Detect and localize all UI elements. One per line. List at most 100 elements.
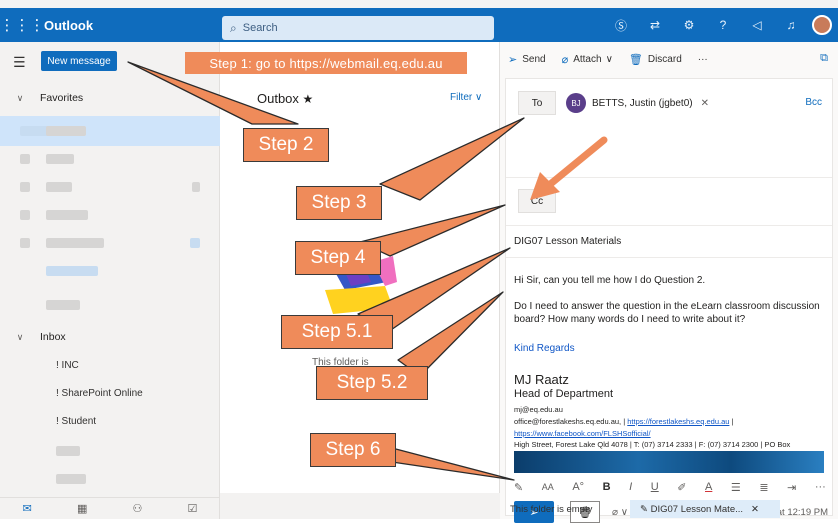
step1-label: Step 1: go to https://webmail.eq.edu.au — [185, 52, 467, 74]
compose-card: To BJ BETTS, Justin (jgbet0) ✕ Bcc Cc DI… — [505, 78, 833, 523]
body-line[interactable]: Hi Sir, can you tell me how I do Questio… — [514, 274, 829, 287]
help-icon[interactable]: ? — [706, 18, 740, 32]
folder-title-text: Outbox — [257, 91, 299, 106]
bold-icon[interactable]: B — [603, 481, 611, 493]
signature-facebook-line: https://www.facebook.com/FLSHSofficial/ — [514, 429, 651, 438]
folder-title: Outbox ★ — [257, 91, 313, 106]
signature-email: mj@eq.edu.au — [514, 405, 563, 414]
blurred-folder[interactable] — [46, 210, 88, 220]
format-painter-icon[interactable]: ✎ — [514, 481, 523, 494]
discard-button[interactable]: 🗑 Discard — [629, 53, 682, 66]
pencil-icon: ✎ — [640, 503, 651, 515]
blurred-folder[interactable] — [46, 300, 80, 310]
filter-label: Filter — [450, 92, 473, 103]
popout-icon[interactable]: ⧉ — [820, 52, 828, 65]
inbox-header[interactable]: ∨ Inbox — [0, 327, 220, 347]
blurred-link[interactable] — [46, 266, 98, 276]
blurred-folder[interactable] — [56, 446, 80, 456]
favorites-header[interactable]: ∨ Favorites — [0, 88, 220, 108]
indent-icon[interactable]: ⇥ — [787, 481, 796, 494]
signature-office-email: office@forestlakeshs.eq.edu.au, — [514, 417, 622, 426]
numbering-icon[interactable]: ≣ — [759, 481, 768, 494]
more-options-button[interactable]: ··· — [698, 54, 708, 65]
cc-button[interactable]: Cc — [518, 189, 556, 213]
step3-label: Step 3 — [296, 186, 382, 220]
compose-pane: ➢ Send ⌀ Attach ∨ 🗑 Discard ··· ⧉ To BJ … — [500, 42, 838, 523]
hamburger-icon[interactable]: ☰ — [13, 54, 26, 71]
left-nav: ☰ New message ∨ Favorites ∨ Inbox ! INC … — [0, 42, 220, 519]
skype-icon[interactable]: Ⓢ — [604, 17, 638, 34]
signature-facebook-link[interactable]: https://www.facebook.com/FLSHSofficial/ — [514, 429, 651, 438]
italic-icon[interactable]: I — [629, 481, 632, 493]
signature-banner — [514, 451, 824, 473]
app-name[interactable]: Outlook — [44, 18, 219, 33]
chevron-down-icon: ∨ — [16, 92, 24, 103]
divider — [506, 177, 832, 178]
module-switcher: ✉ ▦ ⚇ ☑ — [0, 497, 220, 519]
highlight-icon[interactable]: ✐ — [677, 481, 686, 494]
close-icon[interactable]: ✕ — [751, 504, 759, 515]
blurred-folder[interactable] — [46, 238, 104, 248]
gear-icon[interactable]: ⚙ — [672, 18, 706, 32]
blurred-folder[interactable] — [46, 182, 72, 192]
top-icons: Ⓢ ⇄ ⚙ ? ◁ ♫ — [604, 8, 838, 42]
bcc-button[interactable]: Bcc — [805, 97, 822, 108]
favorites-label: Favorites — [40, 92, 84, 104]
teams-icon[interactable]: ⇄ — [638, 18, 672, 32]
search-box[interactable]: ⌕ Search — [222, 16, 494, 40]
top-bar: ⋮⋮⋮ Outlook ⌕ Search Ⓢ ⇄ ⚙ ? ◁ ♫ — [0, 0, 838, 42]
font-size-icon[interactable]: AA — [542, 482, 554, 492]
step6-label: Step 6 — [310, 433, 396, 467]
font-color-icon[interactable]: A — [705, 481, 712, 493]
send-icon: ➢ — [508, 53, 518, 66]
blurred-folder[interactable] — [56, 474, 86, 484]
search-icon: ⌕ — [230, 20, 237, 35]
folder-item[interactable]: ! SharePoint Online — [56, 388, 143, 399]
remove-recipient-icon[interactable]: ✕ — [701, 98, 709, 109]
recipient-avatar: BJ — [566, 93, 586, 113]
signature-office-line: office@forestlakeshs.eq.edu.au, | https:… — [514, 417, 734, 426]
signature-title: Head of Department — [514, 388, 614, 400]
signature-name: MJ Raatz — [514, 372, 569, 387]
search-placeholder: Search — [242, 22, 278, 34]
folder-item[interactable]: ! INC — [56, 360, 79, 371]
folder-item[interactable]: ! Student — [56, 416, 96, 427]
blurred-folder[interactable] — [46, 126, 86, 136]
blurred-folder-icon — [20, 238, 30, 248]
body-line[interactable]: Do I need to answer the question in the … — [514, 300, 829, 326]
tasks-icon[interactable]: ☑ — [188, 502, 198, 515]
draft-tab-label: DIG07 Lesson Mate... — [650, 503, 744, 515]
feedback-icon[interactable]: ◁ — [740, 18, 774, 32]
to-button[interactable]: To — [518, 91, 556, 115]
more-format-icon[interactable]: ··· — [815, 481, 826, 493]
mail-icon[interactable]: ✉ — [23, 502, 32, 515]
compose-footer: This folder is empty ✎ DIG07 Lesson Mate… — [500, 499, 838, 519]
avatar[interactable] — [812, 15, 832, 35]
people-icon[interactable]: ⚇ — [133, 502, 143, 515]
folder-empty-status: This folder is empty — [510, 503, 593, 515]
send-toolbar-button[interactable]: ➢ Send — [508, 53, 546, 66]
trash-icon: 🗑 — [628, 53, 643, 66]
grow-font-icon[interactable]: A° — [572, 481, 584, 493]
blurred-count — [192, 182, 200, 192]
body-closing[interactable]: Kind Regards — [514, 342, 829, 355]
draft-tab[interactable]: ✎ DIG07 Lesson Mate... ✕ — [630, 500, 780, 518]
star-icon[interactable]: ★ — [303, 92, 314, 106]
blurred-folder[interactable] — [46, 154, 74, 164]
attach-button[interactable]: ⌀ Attach ∨ — [562, 53, 613, 66]
divider — [506, 225, 832, 226]
inbox-label: Inbox — [40, 331, 66, 343]
app-launcher-icon[interactable]: ⋮⋮⋮ — [0, 8, 45, 42]
subject-field[interactable]: DIG07 Lesson Materials — [514, 236, 621, 247]
chevron-down-icon: ∨ — [16, 331, 24, 342]
blurred-folder-icon — [20, 182, 30, 192]
calendar-icon[interactable]: ▦ — [77, 502, 87, 515]
bell-icon[interactable]: ♫ — [774, 18, 808, 32]
bullets-icon[interactable]: ☰ — [731, 481, 741, 494]
compose-toolbar: ➢ Send ⌀ Attach ∨ 🗑 Discard ··· — [500, 42, 838, 76]
underline-icon[interactable]: U — [651, 481, 659, 493]
new-message-button[interactable]: New message — [41, 51, 117, 71]
signature-site-link[interactable]: https://forestlakeshs.eq.edu.au — [627, 417, 729, 426]
recipient-chip[interactable]: BJ BETTS, Justin (jgbet0) ✕ — [566, 91, 709, 115]
filter-button[interactable]: Filter ∨ — [450, 92, 482, 103]
